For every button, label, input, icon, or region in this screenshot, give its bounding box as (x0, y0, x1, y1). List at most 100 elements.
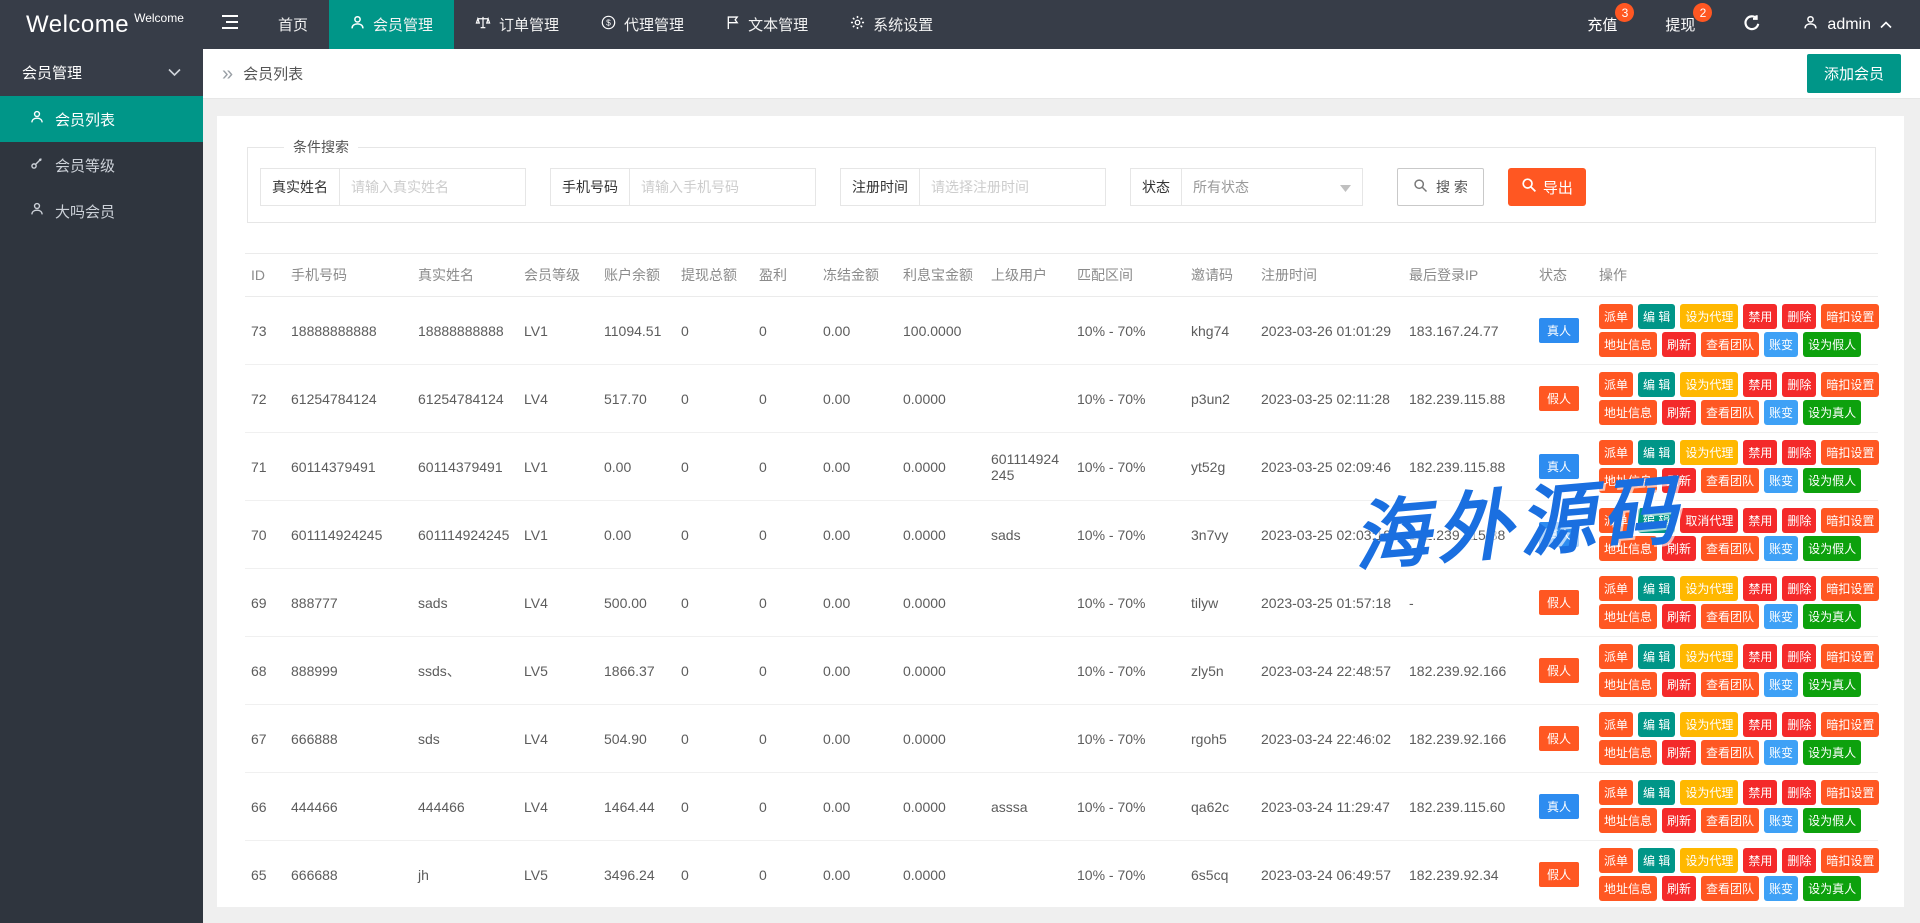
sidebar-group-members[interactable]: 会员管理 (0, 49, 203, 96)
action-account-button[interactable]: 账变 (1764, 332, 1798, 357)
action-hidden-button[interactable]: 暗扣设置 (1821, 304, 1879, 329)
action-refresh-button[interactable]: 刷新 (1662, 332, 1696, 357)
user-menu[interactable]: admin (1785, 0, 1920, 49)
sidebar-item-member-level[interactable]: 会员等级 (0, 142, 203, 188)
action-disable-button[interactable]: 禁用 (1743, 780, 1777, 805)
action-address-button[interactable]: 地址信息 (1599, 604, 1657, 629)
action-disable-button[interactable]: 禁用 (1743, 372, 1777, 397)
nav-item-agents[interactable]: $ 代理管理 (580, 0, 705, 49)
action-refresh-button[interactable]: 刷新 (1662, 604, 1696, 629)
action-dispatch-button[interactable]: 派单 (1599, 780, 1633, 805)
action-address-button[interactable]: 地址信息 (1599, 468, 1657, 493)
action-hidden-button[interactable]: 暗扣设置 (1821, 508, 1879, 533)
action-dispatch-button[interactable]: 派单 (1599, 372, 1633, 397)
sidebar-item-member-list[interactable]: 会员列表 (0, 96, 203, 142)
action-disable-button[interactable]: 禁用 (1743, 712, 1777, 737)
action-delete-button[interactable]: 删除 (1782, 848, 1816, 873)
action-hidden-button[interactable]: 暗扣设置 (1821, 848, 1879, 873)
add-member-button[interactable]: 添加会员 (1807, 54, 1901, 93)
refresh-page-button[interactable] (1719, 0, 1785, 49)
action-delete-button[interactable]: 删除 (1782, 780, 1816, 805)
action-disable-button[interactable]: 禁用 (1743, 576, 1777, 601)
action-set-real-button[interactable]: 设为真人 (1803, 740, 1861, 765)
action-address-button[interactable]: 地址信息 (1599, 740, 1657, 765)
action-account-button[interactable]: 账变 (1764, 604, 1798, 629)
action-delete-button[interactable]: 删除 (1782, 372, 1816, 397)
phone-input[interactable] (630, 169, 815, 205)
action-hidden-button[interactable]: 暗扣设置 (1821, 372, 1879, 397)
action-team-button[interactable]: 查看团队 (1701, 536, 1759, 561)
action-set-fake-button[interactable]: 设为假人 (1803, 332, 1861, 357)
action-edit-button[interactable]: 编 辑 (1638, 372, 1675, 397)
nav-item-settings[interactable]: 系统设置 (829, 0, 954, 49)
action-set-agent-button[interactable]: 设为代理 (1680, 780, 1738, 805)
action-dispatch-button[interactable]: 派单 (1599, 848, 1633, 873)
action-set-agent-button[interactable]: 设为代理 (1680, 712, 1738, 737)
nav-item-home[interactable]: 首页 (257, 0, 329, 49)
action-set-agent-button[interactable]: 设为代理 (1680, 644, 1738, 669)
action-refresh-button[interactable]: 刷新 (1662, 672, 1696, 697)
status-select[interactable]: 所有状态 (1182, 169, 1362, 205)
action-disable-button[interactable]: 禁用 (1743, 304, 1777, 329)
action-delete-button[interactable]: 删除 (1782, 644, 1816, 669)
action-address-button[interactable]: 地址信息 (1599, 536, 1657, 561)
action-set-fake-button[interactable]: 设为假人 (1803, 536, 1861, 561)
action-team-button[interactable]: 查看团队 (1701, 740, 1759, 765)
action-team-button[interactable]: 查看团队 (1701, 332, 1759, 357)
action-hidden-button[interactable]: 暗扣设置 (1821, 644, 1879, 669)
action-hidden-button[interactable]: 暗扣设置 (1821, 576, 1879, 601)
action-edit-button[interactable]: 编 辑 (1638, 508, 1675, 533)
action-set-agent-button[interactable]: 设为代理 (1680, 848, 1738, 873)
action-refresh-button[interactable]: 刷新 (1662, 400, 1696, 425)
action-disable-button[interactable]: 禁用 (1743, 440, 1777, 465)
action-account-button[interactable]: 账变 (1764, 808, 1798, 833)
action-set-fake-button[interactable]: 设为假人 (1803, 468, 1861, 493)
action-team-button[interactable]: 查看团队 (1701, 468, 1759, 493)
action-disable-button[interactable]: 禁用 (1743, 848, 1777, 873)
action-edit-button[interactable]: 编 辑 (1638, 576, 1675, 601)
action-disable-button[interactable]: 禁用 (1743, 644, 1777, 669)
action-account-button[interactable]: 账变 (1764, 536, 1798, 561)
register-time-input[interactable] (920, 169, 1105, 205)
action-delete-button[interactable]: 删除 (1782, 440, 1816, 465)
action-account-button[interactable]: 账变 (1764, 876, 1798, 901)
action-delete-button[interactable]: 删除 (1782, 508, 1816, 533)
sidebar-item-damai-member[interactable]: 大吗会员 (0, 188, 203, 234)
action-dispatch-button[interactable]: 派单 (1599, 304, 1633, 329)
action-dispatch-button[interactable]: 派单 (1599, 440, 1633, 465)
nav-item-members[interactable]: 会员管理 (329, 0, 454, 49)
action-edit-button[interactable]: 编 辑 (1638, 780, 1675, 805)
action-address-button[interactable]: 地址信息 (1599, 672, 1657, 697)
action-address-button[interactable]: 地址信息 (1599, 876, 1657, 901)
recharge-button[interactable]: 充值 3 (1563, 0, 1641, 49)
action-set-real-button[interactable]: 设为真人 (1803, 604, 1861, 629)
action-set-fake-button[interactable]: 设为假人 (1803, 808, 1861, 833)
action-refresh-button[interactable]: 刷新 (1662, 876, 1696, 901)
action-set-agent-button[interactable]: 设为代理 (1680, 372, 1738, 397)
action-edit-button[interactable]: 编 辑 (1638, 848, 1675, 873)
nav-item-orders[interactable]: 订单管理 (454, 0, 580, 49)
action-refresh-button[interactable]: 刷新 (1662, 740, 1696, 765)
export-button[interactable]: 导出 (1508, 168, 1586, 206)
action-address-button[interactable]: 地址信息 (1599, 808, 1657, 833)
real-name-input[interactable] (340, 169, 525, 205)
action-team-button[interactable]: 查看团队 (1701, 808, 1759, 833)
action-set-real-button[interactable]: 设为真人 (1803, 876, 1861, 901)
action-team-button[interactable]: 查看团队 (1701, 604, 1759, 629)
action-team-button[interactable]: 查看团队 (1701, 876, 1759, 901)
action-dispatch-button[interactable]: 派单 (1599, 508, 1633, 533)
search-button[interactable]: 搜 索 (1397, 168, 1484, 206)
action-dispatch-button[interactable]: 派单 (1599, 644, 1633, 669)
action-set-real-button[interactable]: 设为真人 (1803, 400, 1861, 425)
action-account-button[interactable]: 账变 (1764, 740, 1798, 765)
action-delete-button[interactable]: 删除 (1782, 712, 1816, 737)
action-set-agent-button[interactable]: 设为代理 (1680, 304, 1738, 329)
action-delete-button[interactable]: 删除 (1782, 304, 1816, 329)
action-account-button[interactable]: 账变 (1764, 672, 1798, 697)
action-hidden-button[interactable]: 暗扣设置 (1821, 780, 1879, 805)
withdraw-button[interactable]: 提现 2 (1641, 0, 1719, 49)
action-address-button[interactable]: 地址信息 (1599, 400, 1657, 425)
action-set-real-button[interactable]: 设为真人 (1803, 672, 1861, 697)
action-delete-button[interactable]: 删除 (1782, 576, 1816, 601)
action-edit-button[interactable]: 编 辑 (1638, 440, 1675, 465)
